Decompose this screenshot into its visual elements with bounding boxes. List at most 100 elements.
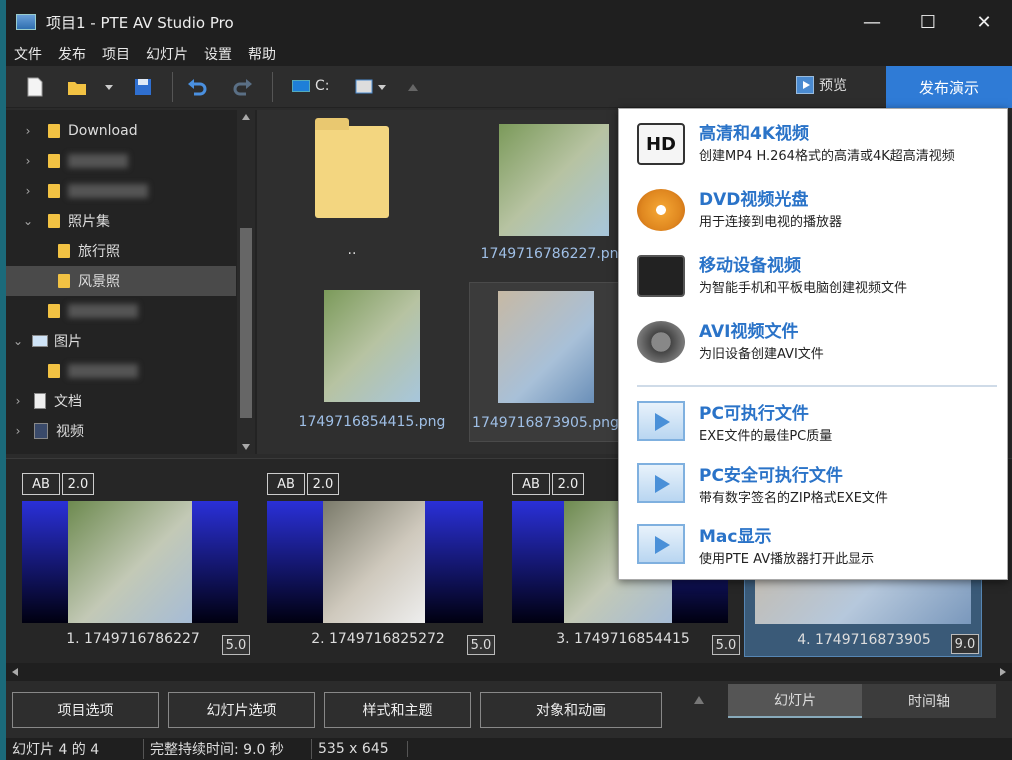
publish-option-mobile[interactable]: 移动设备视频 为智能手机和平板电脑创建视频文件 (619, 243, 1009, 305)
menu-publish[interactable]: 发布 (50, 44, 94, 66)
drive-selector[interactable]: C: (292, 78, 330, 94)
chevron-down-icon[interactable]: ⌄ (22, 214, 34, 228)
undo-icon[interactable] (186, 76, 208, 98)
transition-effect-button[interactable]: AB (512, 473, 550, 495)
app-window: 项目1 - PTE AV Studio Pro — ☐ ✕ 文件 发布 项目 幻… (6, 0, 1012, 760)
new-file-icon[interactable] (24, 76, 46, 98)
status-slide-count: 幻灯片 4 的 4 (6, 739, 144, 759)
menu-help[interactable]: 帮助 (240, 44, 284, 66)
open-folder-icon[interactable] (66, 76, 88, 98)
publish-option-pc-secure-exe[interactable]: PC安全可执行文件 带有数字签名的ZIP格式EXE文件 (619, 453, 1009, 515)
transition-effect-button[interactable]: AB (22, 473, 60, 495)
tree-item-photo-collection[interactable]: ⌄ 照片集 (6, 206, 236, 236)
chevron-right-icon[interactable]: › (12, 424, 24, 438)
menu-slides[interactable]: 幻灯片 (138, 44, 196, 66)
option-description: 用于连接到电视的播放器 (699, 215, 843, 230)
tree-scrollbar[interactable] (237, 110, 255, 454)
menu-settings[interactable]: 设置 (196, 44, 240, 66)
slide-options-button[interactable]: 幻灯片选项 (168, 692, 315, 728)
publish-button[interactable]: 发布演示 (886, 66, 1012, 108)
tree-item-label: 照片集 (68, 214, 110, 230)
tree-item[interactable] (6, 356, 236, 386)
option-title: 移动设备视频 (699, 256, 801, 276)
chevron-right-icon[interactable]: › (12, 394, 24, 408)
up-arrow-icon[interactable] (406, 76, 420, 98)
preview-button[interactable]: 预览 (796, 75, 847, 95)
option-title: 高清和4K视频 (699, 124, 810, 144)
scroll-left-icon[interactable] (12, 668, 18, 676)
tree-item-label: Download (68, 123, 138, 139)
tree-item[interactable] (6, 296, 236, 326)
objects-animation-button[interactable]: 对象和动画 (480, 692, 662, 728)
publish-option-avi[interactable]: AVI视频文件 为旧设备创建AVI文件 (619, 309, 1009, 371)
view-mode-icon[interactable] (354, 76, 388, 98)
scroll-up-icon[interactable] (242, 114, 250, 120)
project-options-button[interactable]: 项目选项 (12, 692, 159, 728)
transition-effect-button[interactable]: AB (267, 473, 305, 495)
tree-item-label: 图片 (54, 334, 82, 350)
file-item[interactable]: 1749716854415.png (287, 290, 457, 436)
slide-item[interactable]: AB 2.0 5.0 1. 1749716786227 (14, 471, 252, 657)
slide-item[interactable]: AB 2.0 5.0 2. 1749716825272 (259, 471, 497, 657)
option-description: 创建MP4 H.264格式的高清或4K超高清视频 (699, 149, 955, 164)
file-browser: .. 1749716786227.png 1749716854415.png 1… (257, 110, 627, 454)
tab-slides[interactable]: 幻灯片 (728, 684, 862, 718)
folder-icon (48, 364, 60, 378)
chevron-down-icon[interactable]: ⌄ (12, 334, 24, 348)
scroll-right-icon[interactable] (1000, 668, 1006, 676)
tab-timeline[interactable]: 时间轴 (862, 684, 996, 718)
tree-item-pictures[interactable]: ⌄ 图片 (6, 326, 236, 356)
tree-item-documents[interactable]: › 文档 (6, 386, 236, 416)
folder-icon (48, 304, 60, 318)
tree-item-download[interactable]: › Download (6, 116, 236, 146)
folder-icon (315, 118, 389, 218)
chevron-down-icon[interactable] (102, 76, 116, 98)
folder-icon (58, 274, 70, 288)
scroll-down-icon[interactable] (242, 444, 250, 450)
slide-label: 1. 1749716786227 (66, 631, 200, 647)
redo-icon[interactable] (232, 76, 254, 98)
maximize-button[interactable]: ☐ (900, 0, 956, 44)
option-description: 使用PTE AV播放器打开此显示 (699, 552, 875, 567)
chevron-right-icon[interactable]: › (22, 184, 34, 198)
slide-photo (68, 501, 192, 623)
chevron-right-icon[interactable]: › (22, 154, 34, 168)
play-icon (637, 401, 685, 441)
redacted-label (68, 304, 138, 318)
menu-file[interactable]: 文件 (6, 44, 50, 66)
publish-menu: HD 高清和4K视频 创建MP4 H.264格式的高清或4K超高清视频 DVD视… (618, 108, 1008, 580)
document-icon (34, 393, 46, 409)
hd-icon: HD (637, 123, 685, 165)
tree-item-landscape[interactable]: 风景照 (6, 266, 236, 296)
styles-themes-button[interactable]: 样式和主题 (324, 692, 471, 728)
save-icon[interactable] (132, 76, 154, 98)
chevron-right-icon[interactable]: › (22, 124, 34, 138)
tree-item-travel[interactable]: 旅行照 (6, 236, 236, 266)
transition-duration[interactable]: 2.0 (62, 473, 94, 495)
transition-duration[interactable]: 2.0 (552, 473, 584, 495)
file-item[interactable]: 1749716786227.png (479, 124, 629, 270)
file-item-selected[interactable]: 1749716873905.png (469, 282, 622, 442)
menu-bar: 文件 发布 项目 幻灯片 设置 帮助 (6, 44, 1012, 66)
close-button[interactable]: ✕ (956, 0, 1012, 44)
tree-item-label: 视频 (56, 424, 84, 440)
publish-option-hd-video[interactable]: HD 高清和4K视频 创建MP4 H.264格式的高清或4K超高清视频 (619, 111, 1009, 173)
publish-option-mac[interactable]: Mac显示 使用PTE AV播放器打开此显示 (619, 514, 1009, 576)
file-item-parent[interactable]: .. (297, 118, 407, 266)
scroll-thumb[interactable] (240, 228, 252, 418)
slide-strip-scrollbar[interactable] (6, 663, 1012, 681)
transition-duration[interactable]: 2.0 (307, 473, 339, 495)
minimize-button[interactable]: — (844, 0, 900, 44)
publish-option-dvd[interactable]: DVD视频光盘 用于连接到电视的播放器 (619, 177, 1009, 239)
publish-option-pc-exe[interactable]: PC可执行文件 EXE文件的最佳PC质量 (619, 391, 1009, 453)
drive-label: C: (315, 78, 330, 94)
menu-project[interactable]: 项目 (94, 44, 138, 66)
tree-item[interactable]: › (6, 146, 236, 176)
tree-item-label: 文档 (54, 394, 82, 410)
tree-item-videos[interactable]: › 视频 (6, 416, 236, 446)
collapse-up-icon[interactable] (694, 696, 704, 704)
dvd-icon (637, 189, 685, 231)
video-icon (34, 423, 48, 439)
slide-photo (323, 501, 425, 623)
tree-item[interactable]: › (6, 176, 236, 206)
